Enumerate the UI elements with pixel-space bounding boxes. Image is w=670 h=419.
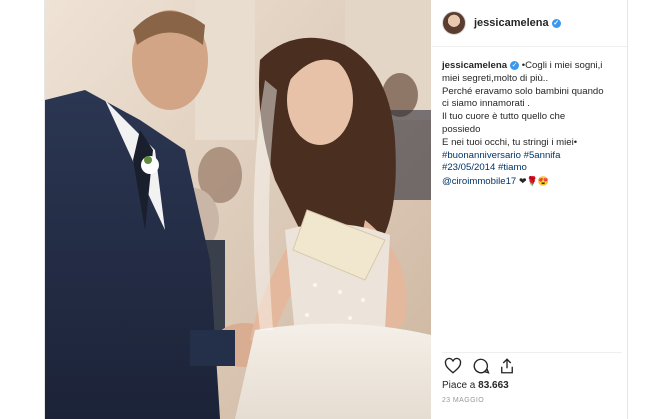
avatar[interactable] xyxy=(442,11,466,35)
post-sidebar: jessicamelena ✓ jessicamelena ✓ •Cogli i m… xyxy=(432,0,627,419)
post-actions xyxy=(442,352,622,375)
post-caption: jessicamelena ✓ •Cogli i miei sogni,i mie… xyxy=(442,60,620,189)
likes-count[interactable]: Piace a 83.663 xyxy=(442,380,509,391)
caption-hashtags[interactable]: #23/05/2014 #tiamo xyxy=(442,162,620,175)
heart-icon[interactable] xyxy=(444,357,462,375)
caption-line: Perché eravamo solo bambini quando xyxy=(442,85,604,97)
verified-badge-icon: ✓ xyxy=(510,61,520,70)
header-username[interactable]: jessicamelena ✓ xyxy=(474,17,561,29)
wedding-photo-illustration xyxy=(45,0,431,419)
caption-emojis: ❤🌹😍 xyxy=(518,176,549,187)
caption-line: ci siamo innamorati . xyxy=(442,98,530,110)
post-header: jessicamelena ✓ xyxy=(432,0,627,47)
caption-line: possiedo xyxy=(442,123,481,135)
comment-icon[interactable] xyxy=(472,357,490,375)
verified-badge-icon: ✓ xyxy=(551,19,561,28)
post-date: 23 MAGGIO xyxy=(442,397,485,404)
caption-hashtags[interactable]: #buonanniversario #5annifa xyxy=(442,150,620,163)
instagram-post: jessicamelena ✓ jessicamelena ✓ •Cogli i m… xyxy=(44,0,628,419)
caption-line: E nei tuoi occhi, tu stringi i miei• xyxy=(442,136,578,148)
caption-mention[interactable]: @ciroimmobile17 xyxy=(442,176,516,187)
caption-line: miei segreti,molto di più.. xyxy=(442,72,549,84)
share-icon[interactable] xyxy=(498,357,516,375)
caption-username[interactable]: jessicamelena xyxy=(442,60,507,71)
caption-line: Il tuo cuore è tutto quello che xyxy=(442,111,566,123)
caption-line: •Cogli i miei sogni,i xyxy=(521,60,603,71)
post-photo[interactable] xyxy=(45,0,431,419)
